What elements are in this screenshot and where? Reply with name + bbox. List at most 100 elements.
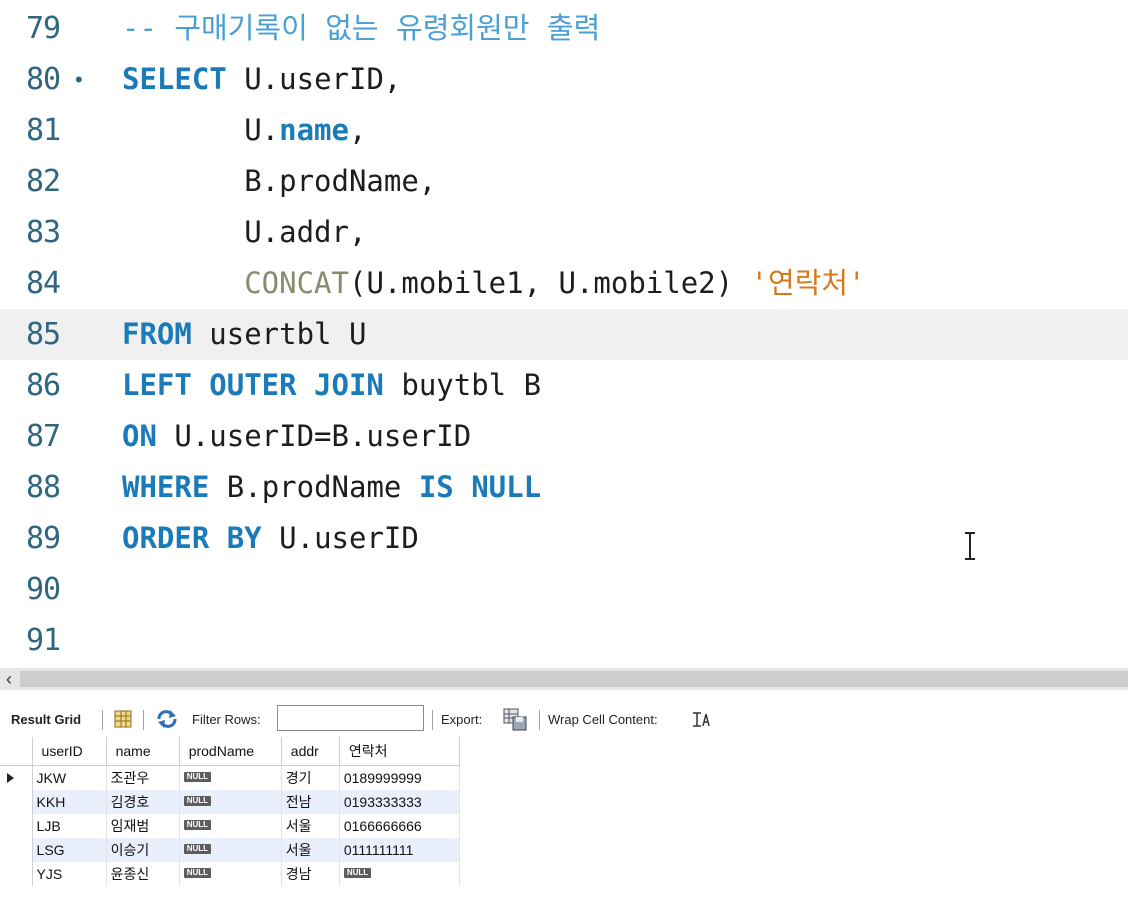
sql-keyword: SELECT bbox=[122, 62, 227, 96]
scroll-left-icon[interactable]: ‹ bbox=[2, 668, 16, 690]
null-badge: NULL bbox=[183, 868, 212, 878]
code-line[interactable]: 84 CONCAT(U.mobile1, U.mobile2) '연락처' bbox=[0, 258, 1128, 309]
code-line[interactable]: 86 LEFT OUTER JOIN buytbl B bbox=[0, 360, 1128, 411]
sql-keyword: ON bbox=[122, 419, 157, 453]
table-cell[interactable]: 전남 bbox=[281, 790, 340, 814]
sql-editor[interactable]: 79 -- 구매기록이 없는 유령회원만 출력 80 • SELECT U.userID… bbox=[0, 0, 1128, 668]
table-cell[interactable]: 경남 bbox=[281, 862, 340, 886]
line-number: 89 bbox=[26, 521, 61, 556]
code-line[interactable]: 91 bbox=[0, 615, 1128, 666]
null-badge: NULL bbox=[183, 796, 212, 806]
table-cell[interactable]: 조관우 bbox=[106, 765, 180, 790]
toolbar-divider bbox=[143, 710, 144, 730]
toolbar-divider bbox=[102, 710, 103, 730]
table-cell[interactable]: 김경호 bbox=[106, 790, 180, 814]
line-number: 79 bbox=[26, 11, 61, 46]
line-number: 83 bbox=[26, 215, 61, 250]
toolbar-divider bbox=[432, 710, 433, 730]
line-number: 86 bbox=[26, 368, 61, 403]
code-text: FROM usertbl U bbox=[122, 309, 366, 360]
table-cell[interactable]: 0111111111 bbox=[339, 838, 461, 862]
table-cell[interactable]: KKH bbox=[32, 790, 107, 814]
fold-marker-icon[interactable]: • bbox=[75, 54, 83, 105]
table-cell[interactable]: LJB bbox=[32, 814, 107, 838]
table-cell[interactable]: 임재범 bbox=[106, 814, 180, 838]
code-line[interactable]: 79 -- 구매기록이 없는 유령회원만 출력 bbox=[0, 3, 1128, 54]
table-cell[interactable]: NULL bbox=[179, 814, 282, 838]
code-line[interactable]: 88 WHERE B.prodName IS NULL bbox=[0, 462, 1128, 513]
code-text: ON U.userID=B.userID bbox=[122, 411, 471, 462]
sql-token: U.userID bbox=[261, 521, 419, 555]
line-number: 82 bbox=[26, 164, 61, 199]
table-row[interactable]: LJB 임재범 NULL 서울 0166666666 bbox=[0, 814, 461, 838]
code-line[interactable]: 90 bbox=[0, 564, 1128, 615]
column-header[interactable]: prodName bbox=[179, 737, 282, 766]
grid-view-icon[interactable] bbox=[113, 709, 133, 729]
table-cell[interactable]: YJS bbox=[32, 862, 107, 886]
sql-token: buytbl B bbox=[383, 368, 542, 402]
table-cell[interactable]: 0189999999 bbox=[339, 765, 461, 790]
line-number: 90 bbox=[26, 572, 61, 607]
table-row[interactable]: JKW 조관우 NULL 경기 0189999999 bbox=[0, 765, 461, 790]
sql-token: usertbl U bbox=[191, 317, 367, 351]
result-grid[interactable]: userID name prodName addr 연락처 JKW 조관우 NULL 경기 01… bbox=[0, 737, 461, 886]
table-cell[interactable]: 경기 bbox=[281, 765, 340, 790]
column-header[interactable]: addr bbox=[281, 737, 340, 766]
sql-token: U. bbox=[122, 113, 280, 147]
table-row[interactable]: LSG 이승기 NULL 서울 0111111111 bbox=[0, 838, 461, 862]
table-cell[interactable]: NULL bbox=[179, 765, 282, 790]
table-cell[interactable]: NULL bbox=[179, 838, 282, 862]
code-text: B.prodName, bbox=[122, 156, 436, 207]
table-cell[interactable]: 윤종신 bbox=[106, 862, 180, 886]
column-header[interactable]: name bbox=[106, 737, 180, 766]
table-cell[interactable]: NULL bbox=[179, 790, 282, 814]
column-header[interactable]: userID bbox=[32, 737, 107, 766]
row-header[interactable] bbox=[0, 838, 33, 862]
toolbar-divider bbox=[539, 710, 540, 730]
wrap-cell-content-label: Wrap Cell Content: bbox=[548, 712, 658, 727]
sql-keyword: ORDER BY bbox=[122, 521, 262, 555]
code-line[interactable]: 85 FROM usertbl U bbox=[0, 309, 1128, 360]
null-badge: NULL bbox=[183, 772, 212, 782]
grid-header-row: userID name prodName addr 연락처 bbox=[0, 737, 461, 766]
table-cell[interactable]: 서울 bbox=[281, 838, 340, 862]
row-header[interactable] bbox=[0, 814, 33, 838]
code-line[interactable]: 87 ON U.userID=B.userID bbox=[0, 411, 1128, 462]
code-line[interactable]: 89 ORDER BY U.userID bbox=[0, 513, 1128, 564]
row-header[interactable] bbox=[0, 862, 33, 886]
code-text: U.addr, bbox=[122, 207, 366, 258]
row-header-corner bbox=[0, 737, 33, 766]
table-cell[interactable]: LSG bbox=[32, 838, 107, 862]
horizontal-scrollbar[interactable]: ‹ bbox=[0, 668, 1128, 690]
code-line[interactable]: 83 U.addr, bbox=[0, 207, 1128, 258]
table-cell[interactable]: 이승기 bbox=[106, 838, 180, 862]
text-cursor-icon bbox=[965, 532, 975, 560]
row-header[interactable] bbox=[0, 790, 33, 814]
column-header[interactable]: 연락처 bbox=[339, 737, 461, 766]
export-icon[interactable] bbox=[502, 708, 528, 732]
wrap-text-icon[interactable] bbox=[692, 711, 712, 729]
table-cell[interactable]: 0166666666 bbox=[339, 814, 461, 838]
code-text: WHERE B.prodName IS NULL bbox=[122, 462, 541, 513]
filter-rows-label: Filter Rows: bbox=[192, 712, 261, 727]
table-row[interactable]: YJS 윤종신 NULL 경남 NULL bbox=[0, 862, 461, 886]
scrollbar-thumb[interactable] bbox=[20, 671, 1128, 687]
row-header[interactable] bbox=[0, 765, 33, 790]
table-cell[interactable]: NULL bbox=[339, 862, 461, 886]
table-cell[interactable]: JKW bbox=[32, 765, 107, 790]
code-line[interactable]: 82 B.prodName, bbox=[0, 156, 1128, 207]
sql-function: CONCAT bbox=[244, 266, 349, 300]
table-row[interactable]: KKH 김경호 NULL 전남 0193333333 bbox=[0, 790, 461, 814]
code-text: CONCAT(U.mobile1, U.mobile2) '연락처' bbox=[122, 258, 865, 309]
table-cell[interactable]: 서울 bbox=[281, 814, 340, 838]
sql-token: U.userID=B.userID bbox=[156, 419, 472, 453]
refresh-icon[interactable] bbox=[155, 709, 179, 729]
null-badge: NULL bbox=[183, 844, 212, 854]
line-number: 87 bbox=[26, 419, 61, 454]
filter-rows-input[interactable] bbox=[277, 705, 424, 731]
result-grid-tab[interactable]: Result Grid bbox=[11, 703, 81, 736]
table-cell[interactable]: 0193333333 bbox=[339, 790, 461, 814]
code-line[interactable]: 80 • SELECT U.userID, bbox=[0, 54, 1128, 105]
table-cell[interactable]: NULL bbox=[179, 862, 282, 886]
code-line[interactable]: 81 U.name, bbox=[0, 105, 1128, 156]
